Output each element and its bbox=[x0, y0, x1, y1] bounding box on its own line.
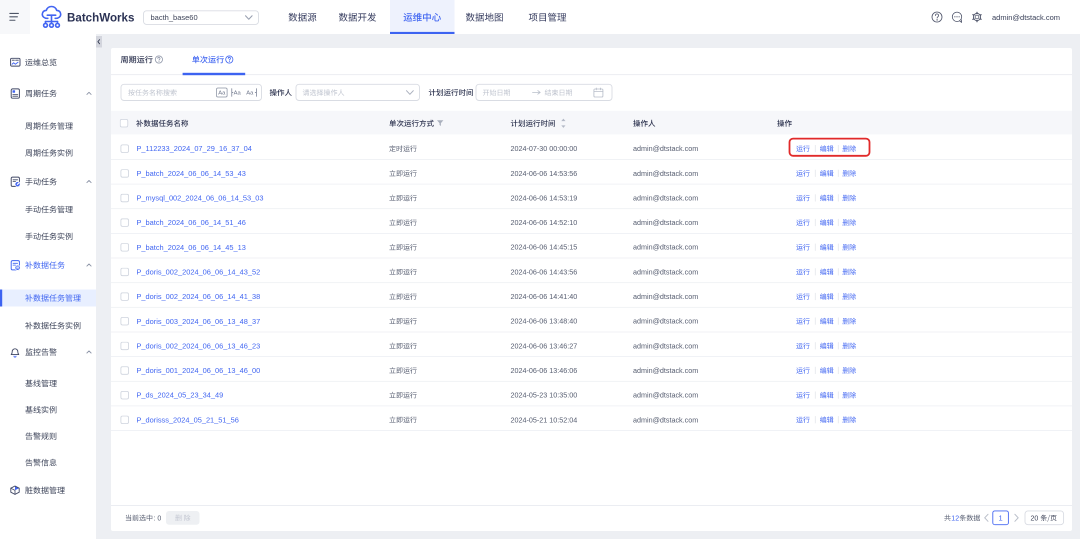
svg-text:2024-06-06 13:46:27: 2024-06-06 13:46:27 bbox=[511, 341, 578, 350]
svg-text:2024-07-30 00:00:00: 2024-07-30 00:00:00 bbox=[511, 144, 578, 153]
svg-text:P_mysql_002_2024_06_06_14_53_0: P_mysql_002_2024_06_06_14_53_03 bbox=[137, 194, 264, 203]
svg-text:Aa: Aa bbox=[218, 91, 226, 97]
svg-text:admin@dtstack.com: admin@dtstack.com bbox=[633, 391, 698, 400]
svg-text:admin@dtstack.com: admin@dtstack.com bbox=[633, 341, 698, 350]
svg-text:P_batch_2024_06_06_14_53_43: P_batch_2024_06_06_14_53_43 bbox=[137, 169, 246, 178]
svg-text:2024-06-06 14:41:40: 2024-06-06 14:41:40 bbox=[511, 292, 578, 301]
svg-text:admin@dtstack.com: admin@dtstack.com bbox=[633, 415, 698, 424]
svg-text:admin@dtstack.com: admin@dtstack.com bbox=[633, 292, 698, 301]
svg-text:: 0: : 0 bbox=[154, 515, 162, 522]
svg-text:2024-06-06 14:53:19: 2024-06-06 14:53:19 bbox=[511, 193, 578, 202]
svg-text:bacth_base60: bacth_base60 bbox=[151, 13, 198, 22]
svg-text:2024-06-06 14:53:56: 2024-06-06 14:53:56 bbox=[511, 169, 578, 178]
svg-text:admin@dtstack.com: admin@dtstack.com bbox=[633, 169, 698, 178]
svg-text:admin@dtstack.com: admin@dtstack.com bbox=[633, 243, 698, 252]
svg-text:P_ds_2024_05_23_34_49: P_ds_2024_05_23_34_49 bbox=[137, 391, 224, 400]
svg-text:admin@dtstack.com: admin@dtstack.com bbox=[633, 267, 698, 276]
svg-text:P_112233_2024_07_29_16_37_04: P_112233_2024_07_29_16_37_04 bbox=[137, 144, 252, 153]
svg-text:2024-06-06 14:43:56: 2024-06-06 14:43:56 bbox=[511, 267, 578, 276]
svg-text:1: 1 bbox=[999, 513, 1003, 522]
svg-text:12: 12 bbox=[951, 515, 959, 522]
svg-text:P_doris_002_2024_06_06_14_43_5: P_doris_002_2024_06_06_14_43_52 bbox=[137, 268, 261, 277]
svg-text:admin@dtstack.com: admin@dtstack.com bbox=[633, 317, 698, 326]
svg-text:admin@dtstack.com: admin@dtstack.com bbox=[633, 193, 698, 202]
svg-text:admin@dtstack.com: admin@dtstack.com bbox=[633, 144, 698, 153]
svg-text:admin@dtstack.com: admin@dtstack.com bbox=[633, 366, 698, 375]
svg-text:P_doris_003_2024_06_06_13_48_3: P_doris_003_2024_06_06_13_48_37 bbox=[137, 317, 261, 326]
svg-text:BatchWorks: BatchWorks bbox=[67, 11, 134, 24]
svg-text:2024-06-06 14:45:15: 2024-06-06 14:45:15 bbox=[511, 243, 578, 252]
svg-text:20: 20 bbox=[1031, 515, 1039, 522]
svg-text:2024-06-06 13:46:06: 2024-06-06 13:46:06 bbox=[511, 366, 578, 375]
svg-text:P_doris_002_2024_06_06_14_41_3: P_doris_002_2024_06_06_14_41_38 bbox=[137, 292, 261, 301]
svg-text:2024-05-23 10:35:00: 2024-05-23 10:35:00 bbox=[511, 391, 578, 400]
svg-text:admin@dtstack.com: admin@dtstack.com bbox=[633, 218, 698, 227]
svg-text:2024-06-06 14:52:10: 2024-06-06 14:52:10 bbox=[511, 218, 578, 227]
svg-text:admin@dtstack.com: admin@dtstack.com bbox=[992, 13, 1060, 22]
svg-text:P_doris_001_2024_06_06_13_46_0: P_doris_001_2024_06_06_13_46_00 bbox=[137, 366, 261, 375]
svg-text:P_batch_2024_06_06_14_45_13: P_batch_2024_06_06_14_45_13 bbox=[137, 243, 246, 252]
svg-text:P_doris_002_2024_06_06_13_46_2: P_doris_002_2024_06_06_13_46_23 bbox=[137, 341, 261, 350]
svg-text:Aa: Aa bbox=[234, 91, 242, 97]
svg-text:2024-05-21 10:52:04: 2024-05-21 10:52:04 bbox=[511, 415, 578, 424]
svg-text:2024-06-06 13:48:40: 2024-06-06 13:48:40 bbox=[511, 317, 578, 326]
svg-text:P_dorisss_2024_05_21_51_56: P_dorisss_2024_05_21_51_56 bbox=[137, 415, 239, 424]
svg-text:Aa: Aa bbox=[246, 91, 254, 97]
svg-text:P_batch_2024_06_06_14_51_46: P_batch_2024_06_06_14_51_46 bbox=[137, 218, 246, 227]
